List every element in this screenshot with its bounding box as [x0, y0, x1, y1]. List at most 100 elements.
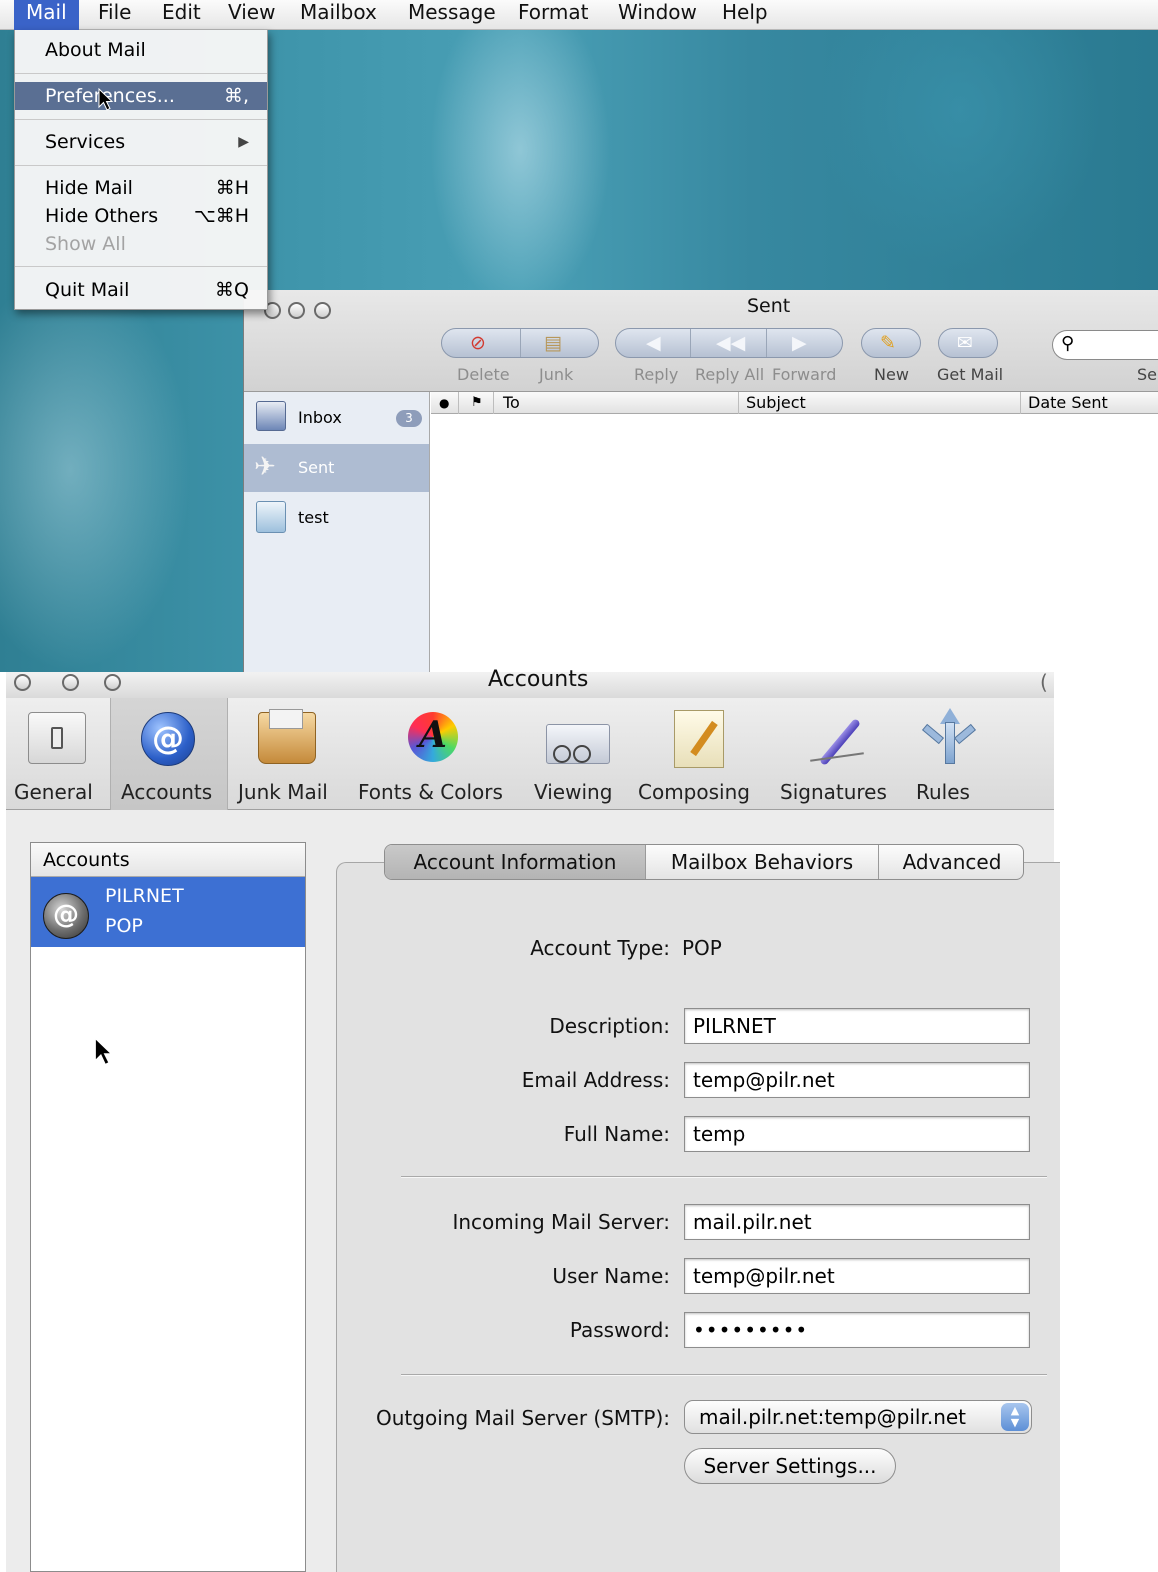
pref-tab-label: Fonts & Colors	[358, 780, 503, 804]
reply-forward-group: ◀ ◀◀ ▶	[615, 328, 843, 358]
pref-tab-general[interactable]: General	[6, 698, 110, 810]
menu-separator	[15, 119, 267, 120]
delete-icon[interactable]: ⊘	[470, 331, 486, 355]
column-flag[interactable]: ⚑	[471, 395, 483, 410]
menu-item-about-mail[interactable]: About Mail	[15, 36, 267, 64]
toolbar-toggle-button[interactable]: (	[1040, 670, 1048, 694]
email-address-label: Email Address:	[521, 1068, 670, 1092]
forward-icon[interactable]: ▶	[792, 331, 807, 355]
window-zoom-button[interactable]	[104, 674, 121, 691]
at-sign-icon: @	[141, 712, 195, 766]
menu-item-services[interactable]: Services ▶	[15, 128, 267, 156]
menu-shortcut: ⌘,	[223, 85, 249, 107]
tab-account-information[interactable]: Account Information	[385, 845, 645, 879]
delete-label: Delete	[457, 365, 510, 384]
pref-tab-accounts[interactable]: @ Accounts	[110, 698, 228, 810]
account-name: PILRNET	[105, 885, 184, 907]
menu-shortcut: ⌘Q	[215, 279, 249, 301]
pref-tab-rules[interactable]: Rules	[902, 698, 990, 810]
menu-file[interactable]: File	[86, 0, 143, 30]
menu-view[interactable]: View	[216, 0, 287, 30]
server-settings-button[interactable]: Server Settings...	[684, 1448, 896, 1484]
menu-item-quit-mail[interactable]: Quit Mail ⌘Q	[15, 276, 267, 304]
mouse-pointer-icon	[98, 88, 114, 111]
full-name-field[interactable]: temp	[684, 1116, 1030, 1152]
menu-item-hide-others[interactable]: Hide Others ⌥⌘H	[15, 202, 267, 230]
get-mail-button[interactable]: ✉	[938, 328, 998, 358]
menu-help[interactable]: Help	[710, 0, 780, 30]
window-close-button[interactable]	[14, 674, 31, 691]
message-list[interactable]: ● ⚑ To Subject Date Sent	[431, 392, 1158, 672]
pref-tab-label: Viewing	[534, 780, 613, 804]
menu-mailbox[interactable]: Mailbox	[288, 0, 389, 30]
accounts-titlebar: Accounts (	[6, 667, 1054, 698]
pref-tab-signatures[interactable]: Signatures	[772, 698, 902, 810]
menu-item-hide-mail[interactable]: Hide Mail ⌘H	[15, 174, 267, 202]
tab-advanced[interactable]: Advanced	[879, 845, 1023, 879]
menu-separator	[15, 165, 267, 166]
pref-tab-viewing[interactable]: Viewing	[522, 698, 632, 810]
search-label: Se	[1137, 365, 1157, 384]
user-name-field[interactable]: temp@pilr.net	[684, 1258, 1030, 1294]
window-zoom-button[interactable]	[314, 302, 331, 319]
pref-tab-composing[interactable]: Composing	[632, 698, 772, 810]
menu-item-show-all: Show All	[15, 230, 267, 258]
account-type-label: Account Type:	[530, 936, 670, 960]
smtp-server-popup[interactable]: mail.pilr.net:temp@pilr.net ▲ ▼	[684, 1400, 1032, 1434]
menu-item-label: Hide Mail	[45, 177, 133, 199]
menu-item-label: About Mail	[45, 39, 146, 61]
mailbox-test[interactable]: test	[244, 494, 429, 542]
column-to[interactable]: To	[503, 393, 520, 412]
tab-mailbox-behaviors[interactable]: Mailbox Behaviors	[646, 845, 878, 879]
description-label: Description:	[549, 1014, 670, 1038]
menu-window[interactable]: Window	[606, 0, 709, 30]
sent-window-toolbar: Sent ⊘ ▤ ◀ ◀◀ ▶ ✎ ✉ ⚲ Delete Junk Reply …	[244, 290, 1158, 392]
password-field[interactable]: •••••••••	[684, 1312, 1030, 1348]
forward-label: Forward	[772, 365, 837, 384]
junk-label: Junk	[539, 365, 574, 384]
mailbox-sent[interactable]: ✈ Sent	[244, 444, 429, 492]
smtp-server-label: Outgoing Mail Server (SMTP):	[376, 1406, 670, 1430]
incoming-server-field[interactable]: mail.pilr.net	[684, 1204, 1030, 1240]
accounts-list[interactable]: Accounts @ PILRNET POP	[30, 842, 306, 1572]
reply-all-icon[interactable]: ◀◀	[716, 331, 745, 355]
mailbox-sidebar: Inbox 3 ✈ Sent test	[244, 392, 430, 672]
mailbox-label: test	[298, 508, 329, 527]
paper-plane-icon: ✈	[254, 452, 276, 482]
mail-app-menu: About Mail Preferences... ⌘, Services ▶ …	[14, 30, 268, 310]
column-subject[interactable]: Subject	[746, 393, 806, 412]
column-date-sent[interactable]: Date Sent	[1028, 393, 1108, 412]
search-input[interactable]: ⚲	[1052, 330, 1158, 360]
menu-message[interactable]: Message	[396, 0, 508, 30]
mailbox-inbox[interactable]: Inbox 3	[244, 394, 429, 442]
incoming-server-label: Incoming Mail Server:	[452, 1210, 670, 1234]
junk-icon[interactable]: ▤	[544, 331, 562, 355]
menu-edit[interactable]: Edit	[150, 0, 213, 30]
menu-mail[interactable]: Mail	[14, 0, 79, 30]
window-minimize-button[interactable]	[62, 674, 79, 691]
pref-tab-label: General	[14, 780, 93, 804]
menu-shortcut: ⌥⌘H	[193, 205, 249, 227]
new-message-button[interactable]: ✎	[861, 328, 921, 358]
signature-pen-icon	[808, 712, 868, 768]
menu-separator	[15, 266, 267, 267]
description-field[interactable]: PILRNET	[684, 1008, 1030, 1044]
account-row-pilrnet[interactable]: @ PILRNET POP	[31, 877, 305, 947]
pref-tab-junk-mail[interactable]: Junk Mail	[228, 698, 344, 810]
user-name-label: User Name:	[552, 1264, 670, 1288]
accounts-preferences-window: Accounts ( General @ Accounts Junk Mail …	[0, 667, 1060, 1572]
account-type-value: POP	[682, 936, 722, 960]
popup-arrows-icon: ▲ ▼	[1001, 1403, 1029, 1431]
window-minimize-button[interactable]	[288, 302, 305, 319]
column-status[interactable]: ●	[439, 396, 449, 410]
pref-tab-label: Junk Mail	[238, 780, 328, 804]
menu-format[interactable]: Format	[506, 0, 600, 30]
compose-pencil-icon: ✎	[880, 332, 896, 354]
submenu-arrow-icon: ▶	[238, 134, 249, 150]
mailbox-label: Sent	[298, 458, 335, 477]
window-title: Accounts	[488, 667, 589, 692]
menu-item-preferences[interactable]: Preferences... ⌘,	[15, 82, 267, 110]
email-address-field[interactable]: temp@pilr.net	[684, 1062, 1030, 1098]
reply-icon[interactable]: ◀	[646, 331, 661, 355]
pref-tab-fonts-colors[interactable]: A Fonts & Colors	[344, 698, 522, 810]
